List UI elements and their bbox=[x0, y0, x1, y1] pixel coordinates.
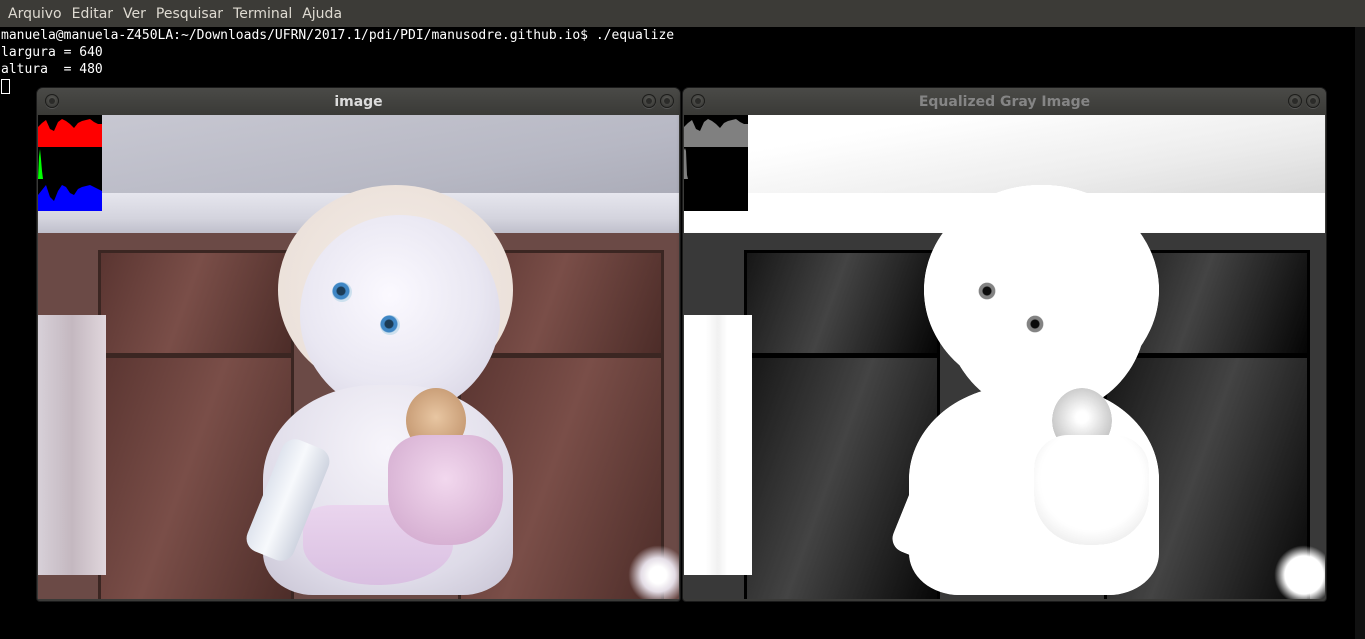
terminal-line-command: manuela@manuela-Z450LA:~/Downloads/UFRN/… bbox=[1, 28, 675, 43]
maximize-icon[interactable] bbox=[660, 94, 674, 108]
image-window[interactable]: image bbox=[37, 88, 680, 601]
terminal-scrollbar[interactable] bbox=[1355, 27, 1365, 639]
image-canvas bbox=[38, 115, 679, 599]
menu-terminal[interactable]: Terminal bbox=[228, 6, 297, 22]
menu-ajuda[interactable]: Ajuda bbox=[297, 6, 347, 22]
terminal-menubar: Arquivo Editar Ver Pesquisar Terminal Aj… bbox=[0, 0, 1365, 27]
maximize-icon[interactable] bbox=[1306, 94, 1320, 108]
minimize-icon[interactable] bbox=[642, 94, 656, 108]
rgb-histogram bbox=[38, 115, 102, 211]
minimize-icon[interactable] bbox=[1288, 94, 1302, 108]
close-icon[interactable] bbox=[45, 94, 59, 108]
terminal-line-width: largura = 640 bbox=[1, 45, 103, 60]
close-icon[interactable] bbox=[691, 94, 705, 108]
gray-histogram-plot bbox=[684, 119, 748, 179]
menu-pesquisar[interactable]: Pesquisar bbox=[151, 6, 228, 22]
image-window-titlebar[interactable]: image bbox=[37, 88, 680, 115]
rgb-histogram-plot bbox=[38, 119, 102, 211]
equalized-window[interactable]: Equalized Gray Image bbox=[683, 88, 1326, 601]
terminal-cursor bbox=[1, 79, 10, 94]
menu-editar[interactable]: Editar bbox=[67, 6, 118, 22]
menu-arquivo[interactable]: Arquivo bbox=[3, 6, 67, 22]
terminal-line-height: altura = 480 bbox=[1, 62, 103, 77]
equalized-window-titlebar[interactable]: Equalized Gray Image bbox=[683, 88, 1326, 115]
color-photo bbox=[38, 115, 679, 599]
gray-histogram bbox=[684, 115, 748, 211]
menu-ver[interactable]: Ver bbox=[118, 6, 151, 22]
gray-photo bbox=[684, 115, 1325, 599]
equalized-canvas bbox=[684, 115, 1325, 599]
equalized-window-title: Equalized Gray Image bbox=[918, 93, 1091, 110]
image-window-title: image bbox=[334, 93, 383, 110]
